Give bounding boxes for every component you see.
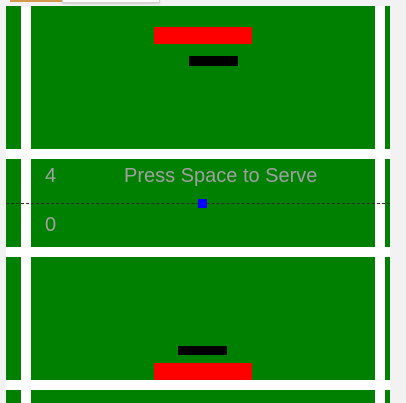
browser-tab-accent: [10, 0, 62, 2]
right-sideline: [375, 6, 385, 403]
player-score: 0: [45, 214, 57, 236]
browser-tab: [62, 0, 160, 3]
player-red-paddle: [154, 363, 252, 380]
opponent-black-paddle: [189, 56, 238, 66]
opponent-score: 4: [45, 165, 57, 187]
opponent-red-paddle: [154, 27, 252, 44]
game-court[interactable]: 4 0 Press Space to Serve: [6, 6, 390, 403]
top-service-line: [6, 149, 390, 159]
bottom-baseline: [6, 380, 390, 390]
player-black-paddle: [178, 346, 227, 355]
serve-prompt: Press Space to Serve: [124, 165, 318, 187]
ball: [198, 199, 207, 208]
bottom-service-line: [6, 247, 390, 257]
left-sideline: [21, 6, 31, 403]
